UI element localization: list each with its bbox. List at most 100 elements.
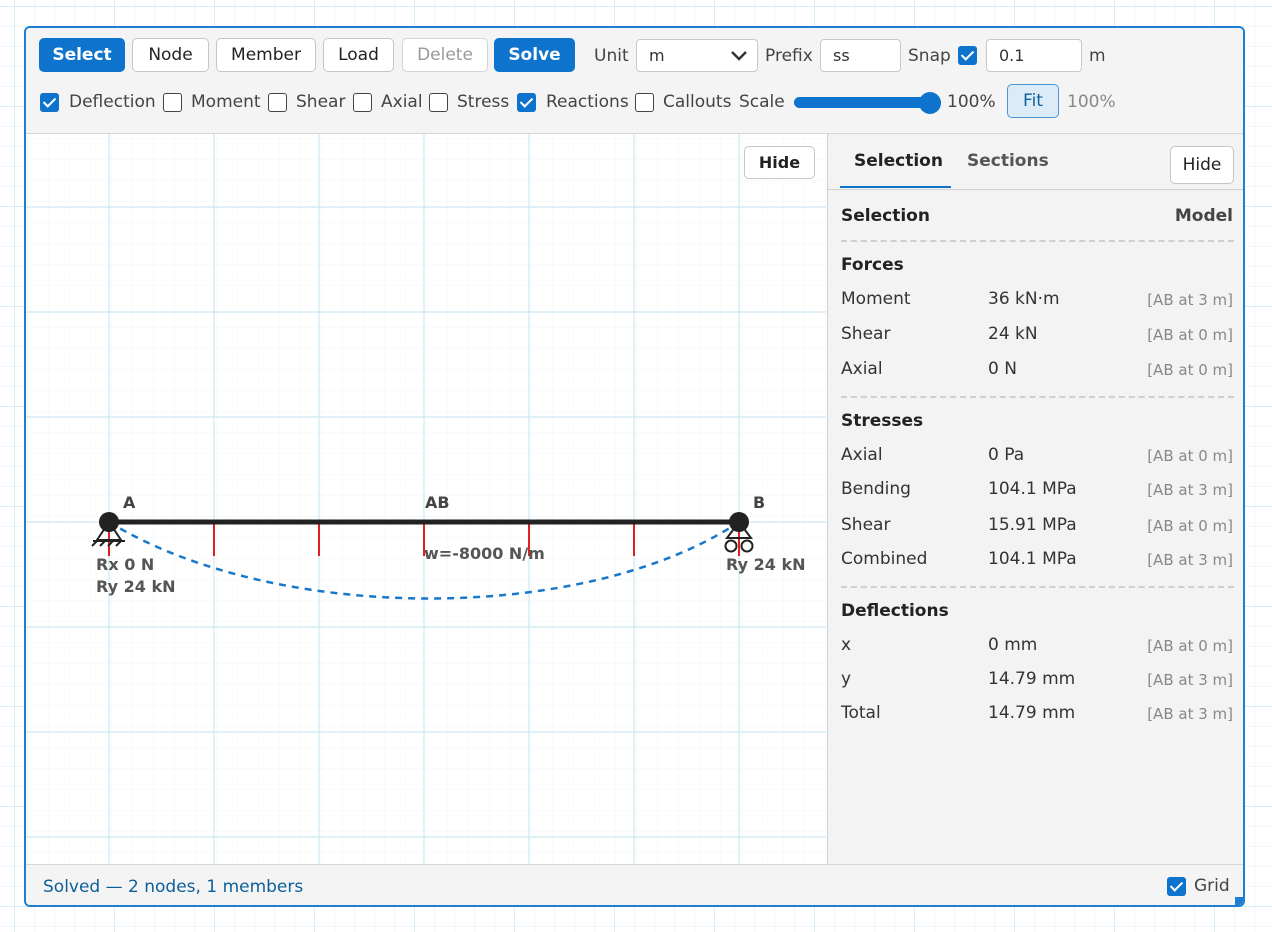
panel-hide-button[interactable]: Hide [1170, 146, 1234, 184]
forces-shear-location: [AB at 0 m] [1147, 326, 1233, 344]
tab-selection[interactable]: Selection [854, 151, 943, 171]
stresses-heading: Stresses [841, 411, 924, 431]
moment-checkbox[interactable] [163, 93, 182, 112]
prefix-value: ss [833, 46, 850, 65]
stresses-shear-value: 15.91 MPa [988, 515, 1077, 535]
section-divider [841, 586, 1234, 588]
reaction-a-rx: Rx 0 N [96, 555, 154, 574]
stresses-axial-value: 0 Pa [988, 445, 1025, 465]
stresses-combined-value: 104.1 MPa [988, 549, 1077, 569]
section-divider [841, 396, 1234, 398]
chevron-down-icon [731, 51, 747, 61]
load-tool-button[interactable]: Load [323, 38, 394, 72]
panel-header-scope: Model [1174, 206, 1233, 226]
model-canvas[interactable]: A B AB w=-8000 N/m Rx 0 N Ry 24 kN Ry 24… [26, 134, 826, 864]
reaction-b-ry: Ry 24 kN [726, 555, 805, 574]
zoom-value: 100% [1067, 92, 1116, 112]
member-label: AB [425, 493, 450, 512]
stresses-combined-name: Combined [841, 549, 928, 569]
delete-button[interactable]: Delete [402, 38, 488, 72]
prefix-label: Prefix [765, 46, 813, 66]
panel-header-title: Selection [841, 206, 930, 226]
forces-moment-name: Moment [841, 289, 911, 309]
shear-checkbox[interactable] [268, 93, 287, 112]
canvas-hide-button[interactable]: Hide [744, 146, 815, 179]
deflections-total-name: Total [841, 703, 881, 723]
toolbar: Select Node Member Load Delete Solve Uni… [26, 28, 1243, 134]
forces-moment-location: [AB at 3 m] [1147, 291, 1233, 309]
node-a-label: A [123, 493, 136, 512]
resize-handle[interactable] [1235, 897, 1243, 905]
unit-label: Unit [594, 46, 629, 66]
solve-button[interactable]: Solve [494, 38, 575, 72]
deflections-y-location: [AB at 3 m] [1147, 671, 1233, 689]
reactions-label: Reactions [546, 92, 629, 112]
structure-drawing[interactable]: A B AB w=-8000 N/m Rx 0 N Ry 24 kN Ry 24… [26, 134, 826, 864]
node-b[interactable] [729, 512, 749, 532]
deflection-label: Deflection [69, 92, 156, 112]
stresses-shear-location: [AB at 0 m] [1147, 517, 1233, 535]
forces-moment-value: 36 kN·m [988, 289, 1060, 309]
snap-value: 0.1 [999, 46, 1025, 65]
snap-checkbox[interactable] [958, 46, 977, 65]
deflections-x-location: [AB at 0 m] [1147, 637, 1233, 655]
snap-unit: m [1089, 46, 1106, 66]
deflections-heading: Deflections [841, 601, 949, 621]
node-a[interactable] [99, 512, 119, 532]
callouts-label: Callouts [663, 92, 732, 112]
load-label: w=-8000 N/m [424, 544, 545, 563]
deflections-y-value: 14.79 mm [988, 669, 1076, 689]
shear-label: Shear [296, 92, 346, 112]
grid-label: Grid [1194, 876, 1230, 896]
member-tool-button[interactable]: Member [216, 38, 316, 72]
deflections-total-value: 14.79 mm [988, 703, 1076, 723]
unit-value: m [649, 46, 665, 65]
unit-select[interactable]: m [636, 39, 758, 72]
scale-label: Scale [739, 92, 785, 112]
scale-value: 100% [947, 92, 996, 112]
stress-checkbox[interactable] [429, 93, 448, 112]
fit-button[interactable]: Fit [1007, 84, 1059, 118]
forces-heading: Forces [841, 255, 904, 275]
forces-axial-value: 0 N [988, 359, 1017, 379]
properties-panel: Selection Sections Hide Selection Model … [827, 134, 1243, 864]
node-b-label: B [753, 493, 765, 512]
tab-sections[interactable]: Sections [967, 151, 1049, 171]
snap-input[interactable]: 0.1 [986, 39, 1082, 72]
deflections-x-value: 0 mm [988, 635, 1038, 655]
stresses-axial-location: [AB at 0 m] [1147, 447, 1233, 465]
deflection-checkbox[interactable] [40, 93, 59, 112]
stresses-bending-value: 104.1 MPa [988, 479, 1077, 499]
node-tool-button[interactable]: Node [132, 38, 209, 72]
forces-axial-name: Axial [841, 359, 883, 379]
stress-label: Stress [457, 92, 510, 112]
snap-label: Snap [908, 46, 951, 66]
prefix-input[interactable]: ss [820, 39, 901, 72]
forces-shear-name: Shear [841, 324, 891, 344]
deflections-x-name: x [841, 635, 852, 655]
status-bar: Solved — 2 nodes, 1 members Grid [26, 864, 1243, 905]
reaction-a-ry: Ry 24 kN [96, 577, 175, 596]
stresses-axial-name: Axial [841, 445, 883, 465]
section-divider [841, 240, 1234, 242]
status-text: Solved — 2 nodes, 1 members [43, 877, 304, 897]
fit-button-label: Fit [1023, 91, 1043, 111]
select-tool-button[interactable]: Select [39, 38, 125, 72]
reactions-checkbox[interactable] [517, 93, 536, 112]
scale-slider[interactable] [794, 92, 941, 114]
axial-checkbox[interactable] [353, 93, 372, 112]
tabs-divider [828, 189, 1243, 190]
moment-label: Moment [191, 92, 261, 112]
forces-shear-value: 24 kN [988, 324, 1038, 344]
active-tab-indicator [840, 186, 951, 188]
forces-axial-location: [AB at 0 m] [1147, 361, 1233, 379]
deflections-total-location: [AB at 3 m] [1147, 705, 1233, 723]
stresses-combined-location: [AB at 3 m] [1147, 551, 1233, 569]
callouts-checkbox[interactable] [635, 93, 654, 112]
stresses-bending-location: [AB at 3 m] [1147, 481, 1233, 499]
beam-editor-window: Select Node Member Load Delete Solve Uni… [24, 26, 1245, 907]
scale-slider-thumb[interactable] [919, 92, 941, 114]
axial-label: Axial [381, 92, 423, 112]
stresses-bending-name: Bending [841, 479, 911, 499]
grid-checkbox[interactable] [1167, 877, 1186, 896]
